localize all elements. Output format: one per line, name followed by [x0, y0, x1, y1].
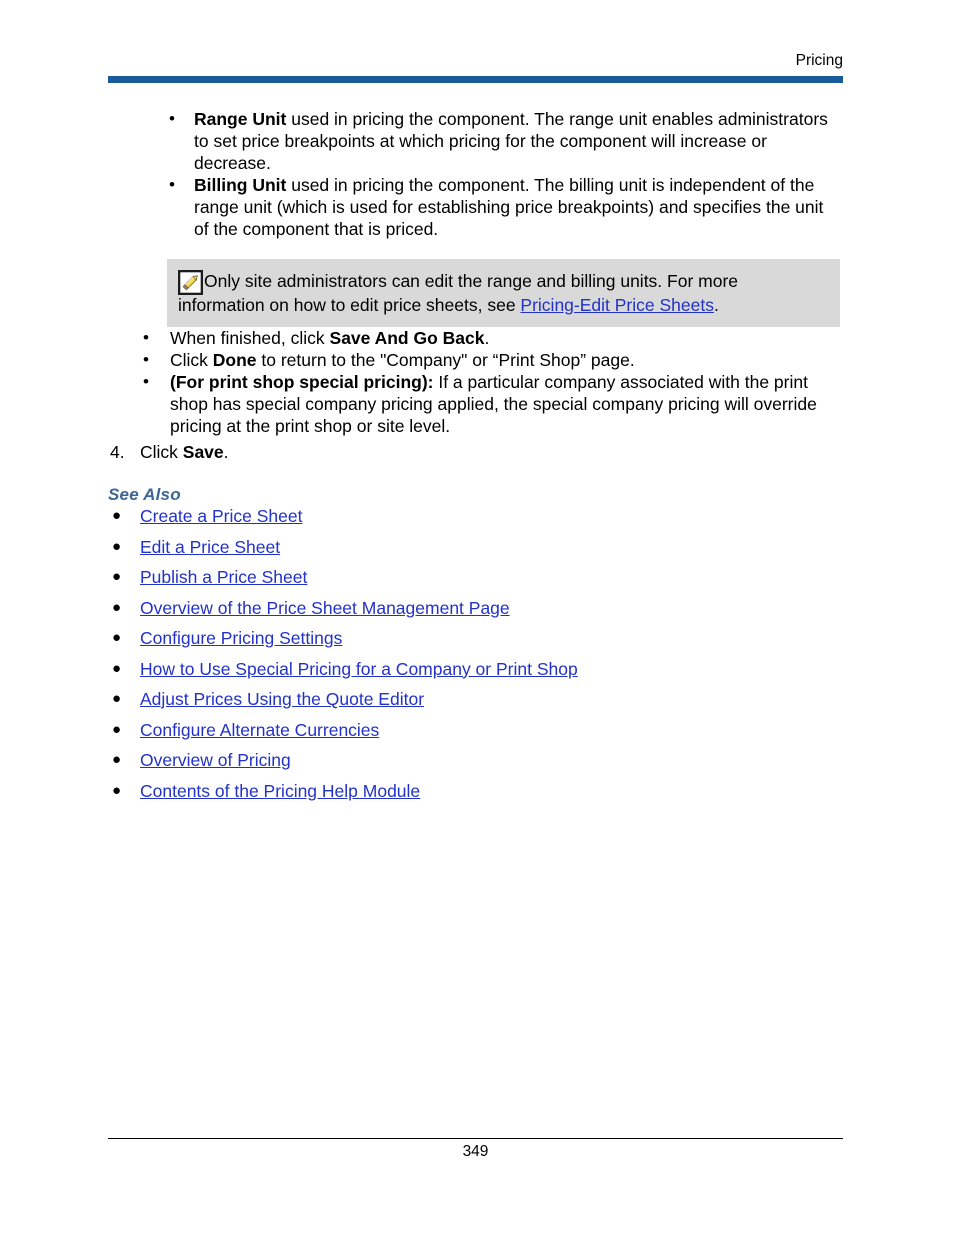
list-item: ● Publish a Price Sheet	[0, 566, 954, 588]
bullet-glyph: •	[169, 109, 175, 128]
see-also-link[interactable]: Publish a Price Sheet	[140, 567, 307, 587]
see-also-link-list: ● Create a Price Sheet ● Edit a Price Sh…	[0, 505, 954, 802]
step-text-post: .	[223, 442, 229, 462]
list-item: • Range Unit used in pricing the compone…	[0, 108, 954, 174]
list-item-lead: Range Unit	[194, 109, 287, 129]
list-item-bold: Done	[212, 350, 257, 370]
see-also-link[interactable]: Overview of the Price Sheet Management P…	[140, 598, 510, 618]
see-also-link[interactable]: Configure Pricing Settings	[140, 628, 342, 648]
round-bullet-glyph: ●	[112, 629, 122, 646]
see-also-link[interactable]: Configure Alternate Currencies	[140, 720, 379, 740]
note-callout: Only site administrators can edit the ra…	[167, 259, 840, 327]
list-item-bold: Save And Go Back	[329, 328, 485, 348]
round-bullet-glyph: ●	[112, 720, 122, 738]
list-item-text-pre: Click	[170, 350, 213, 370]
round-bullet-glyph: ●	[112, 537, 122, 555]
list-item: ● Overview of the Price Sheet Management…	[0, 597, 954, 619]
list-item-lead: Billing Unit	[194, 175, 287, 195]
see-also-link[interactable]: Adjust Prices Using the Quote Editor	[140, 689, 424, 709]
list-item: ● Contents of the Pricing Help Module	[0, 780, 954, 802]
round-bullet-glyph: ●	[112, 568, 122, 585]
header-title: Pricing	[795, 52, 843, 69]
step-number: 4.	[110, 442, 125, 462]
bullet-glyph: •	[143, 350, 149, 369]
step-bullet-list: • When finished, click Save And Go Back.…	[0, 327, 954, 437]
bullet-glyph: •	[143, 328, 149, 347]
list-item: • Click Done to return to the "Company" …	[0, 349, 954, 371]
footer-rule	[108, 1138, 843, 1139]
see-also-link[interactable]: How to Use Special Pricing for a Company…	[140, 659, 578, 679]
list-item-text-pre: When finished, click	[170, 328, 330, 348]
list-item: ● Overview of Pricing	[0, 749, 954, 771]
round-bullet-glyph: ●	[112, 659, 122, 677]
list-item: • When finished, click Save And Go Back.	[0, 327, 954, 349]
numbered-step: 4. Click Save.	[0, 441, 954, 463]
see-also-link[interactable]: Contents of the Pricing Help Module	[140, 781, 420, 801]
round-bullet-glyph: ●	[112, 598, 122, 616]
list-item: ● Configure Pricing Settings	[0, 627, 954, 649]
see-also-link[interactable]: Edit a Price Sheet	[140, 537, 280, 557]
page-header: Pricing	[108, 52, 843, 70]
note-text-after-link: .	[713, 295, 719, 315]
note-link-pricing-edit-price-sheets[interactable]: Pricing-Edit Price Sheets	[520, 295, 714, 315]
list-item: ● Adjust Prices Using the Quote Editor	[0, 688, 954, 710]
see-also-link[interactable]: Create a Price Sheet	[140, 506, 302, 526]
round-bullet-glyph: ●	[112, 751, 122, 768]
round-bullet-glyph: ●	[112, 507, 122, 524]
list-item: ● Edit a Price Sheet	[0, 536, 954, 558]
list-item-text: used in pricing the component. The range…	[194, 109, 828, 173]
pencil-note-icon	[178, 270, 203, 295]
see-also-heading: See Also	[108, 485, 181, 504]
list-item: ● Configure Alternate Currencies	[0, 719, 954, 741]
round-bullet-glyph: ●	[112, 781, 122, 799]
see-also-link[interactable]: Overview of Pricing	[140, 750, 291, 770]
unit-bullet-list: • Range Unit used in pricing the compone…	[0, 108, 954, 240]
list-item: ● Create a Price Sheet	[0, 505, 954, 527]
header-rule	[108, 76, 843, 83]
list-item: • Billing Unit used in pricing the compo…	[0, 174, 954, 240]
document-page: Pricing • Range Unit used in pricing the…	[0, 0, 954, 1235]
list-item: • (For print shop special pricing): If a…	[0, 371, 954, 437]
document-content: • Range Unit used in pricing the compone…	[0, 108, 954, 810]
list-item-text-post: .	[484, 328, 490, 348]
list-item-text: used in pricing the component. The billi…	[194, 175, 824, 239]
list-item-text-post: to return to the "Company" or “Print Sho…	[256, 350, 635, 370]
round-bullet-glyph: ●	[112, 690, 122, 707]
bullet-glyph: •	[169, 175, 175, 194]
step-text-pre: Click	[140, 442, 183, 462]
list-item: ● How to Use Special Pricing for a Compa…	[0, 658, 954, 680]
bullet-glyph: •	[143, 372, 149, 391]
step-bold: Save	[182, 442, 224, 462]
list-item-bold: (For print shop special pricing):	[170, 372, 434, 392]
page-number: 349	[462, 1143, 489, 1160]
